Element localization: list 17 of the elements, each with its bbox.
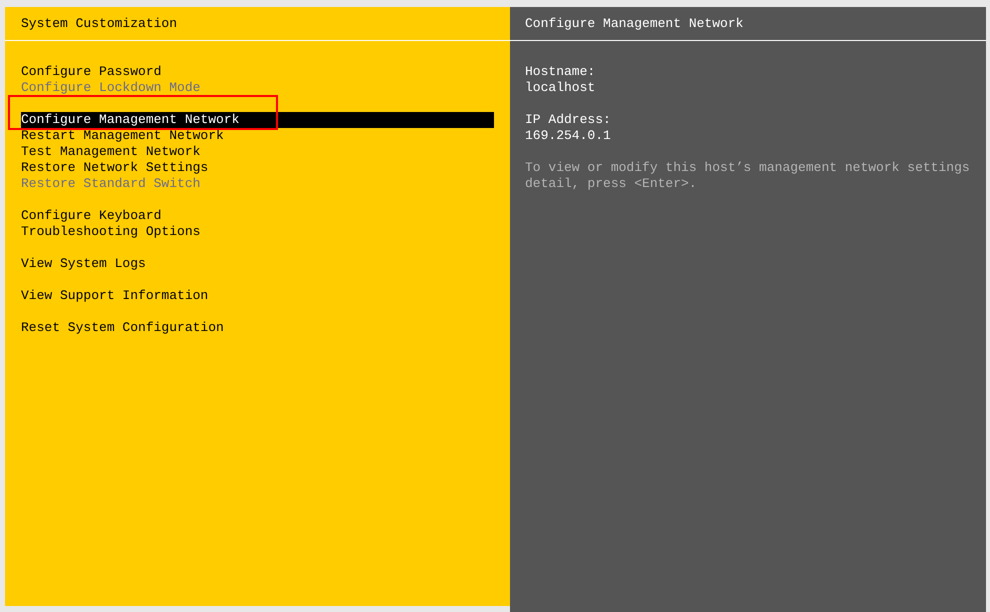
menu-item[interactable]: Configure Management Network xyxy=(21,112,494,128)
field-value: localhost xyxy=(525,80,596,96)
panel-title: Configure Management Network xyxy=(525,16,744,32)
menu-item[interactable]: Troubleshooting Options xyxy=(21,224,200,240)
menu-item[interactable]: Configure Keyboard xyxy=(21,208,162,224)
field-label: IP Address: xyxy=(525,112,611,128)
field-value: 169.254.0.1 xyxy=(525,128,611,144)
menu-item[interactable]: Configure Password xyxy=(21,64,162,80)
description-text: To view or modify this host’s management network settings detail, press <Enter>. xyxy=(525,160,970,192)
field-label: Hostname: xyxy=(525,64,596,80)
menu-item[interactable]: Restore Network Settings xyxy=(21,160,208,176)
panel-title: System Customization xyxy=(21,16,178,32)
menu-item[interactable]: Reset System Configuration xyxy=(21,320,224,336)
menu-item[interactable]: Test Management Network xyxy=(21,144,200,160)
menu-item[interactable]: View Support Information xyxy=(21,288,208,304)
menu-item[interactable]: View System Logs xyxy=(21,256,146,272)
menu-item[interactable]: Restart Management Network xyxy=(21,128,224,144)
